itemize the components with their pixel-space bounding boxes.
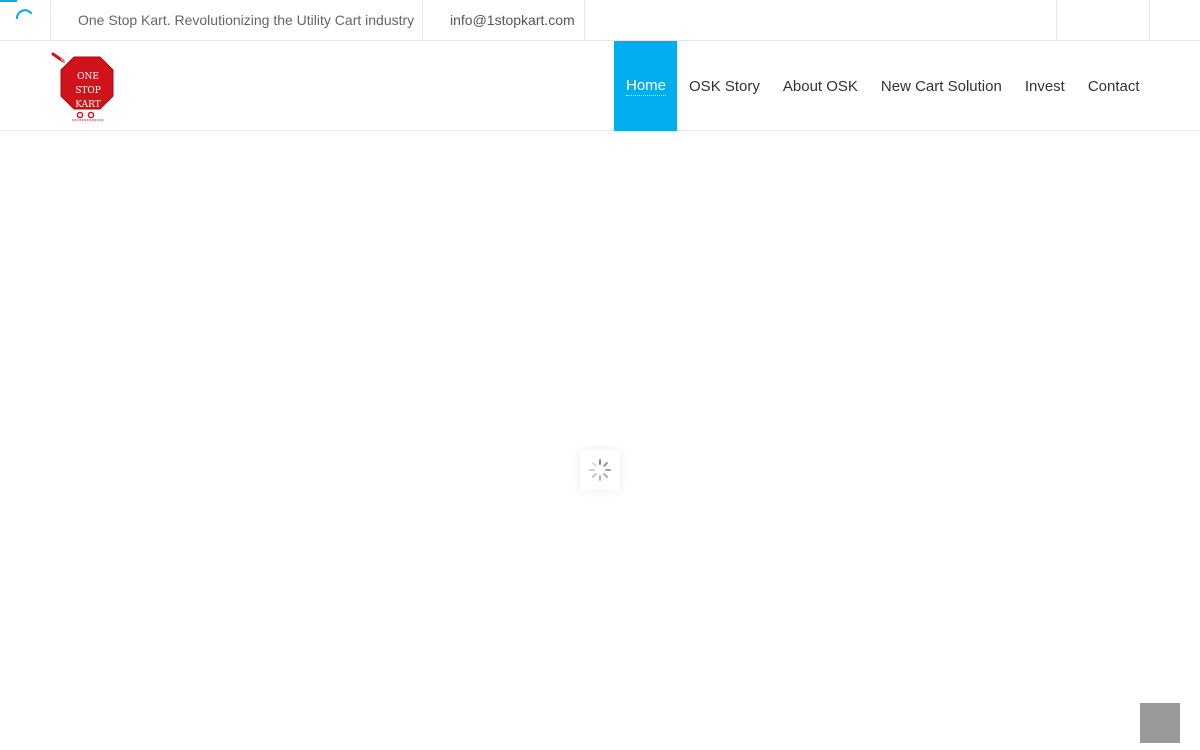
nav-item-label: About OSK (782, 77, 858, 95)
logo-text-line2: STOP (75, 86, 101, 96)
site-header: ONE STOP KART Home OSK Story About OSK N… (0, 41, 1200, 131)
nav-item-label: New Cart Solution (880, 77, 1002, 95)
nav-item-label: Invest (1024, 77, 1065, 95)
top-bar-spinner-cell (0, 0, 51, 40)
contact-email-link[interactable]: info@1stopkart.com (450, 12, 575, 28)
nav-item-osk-story[interactable]: OSK Story (677, 41, 771, 131)
one-stop-kart-logo-icon: ONE STOP KART (51, 52, 114, 121)
nav-item-contact[interactable]: Contact (1076, 41, 1151, 131)
spinner-icon (589, 459, 611, 481)
loading-spinner-icon (15, 9, 33, 20)
nav-item-new-cart-solution[interactable]: New Cart Solution (869, 41, 1013, 131)
nav-item-invest[interactable]: Invest (1013, 41, 1076, 131)
top-bar-tagline-cell: One Stop Kart. Revolutionizing the Utili… (51, 0, 423, 40)
nav-item-label: OSK Story (689, 77, 760, 95)
logo-text-line1: ONE (77, 72, 99, 82)
logo-text-line3: KART (75, 100, 100, 110)
top-bar-email-cell: info@1stopkart.com (423, 0, 585, 40)
nav-item-label: Contact (1087, 77, 1140, 95)
site-tagline: One Stop Kart. Revolutionizing the Utili… (78, 12, 415, 28)
page-loader (580, 450, 620, 490)
top-bar-social-cell (1056, 0, 1150, 40)
nav-item-label: Home (626, 76, 667, 96)
top-bar: One Stop Kart. Revolutionizing the Utili… (0, 0, 1200, 41)
main-nav: Home OSK Story About OSK New Cart Soluti… (614, 41, 1151, 131)
site-logo[interactable]: ONE STOP KART (50, 51, 120, 121)
nav-item-home[interactable]: Home (614, 41, 678, 131)
back-to-top-button[interactable] (1140, 703, 1180, 743)
nav-item-about-osk[interactable]: About OSK (771, 41, 869, 131)
